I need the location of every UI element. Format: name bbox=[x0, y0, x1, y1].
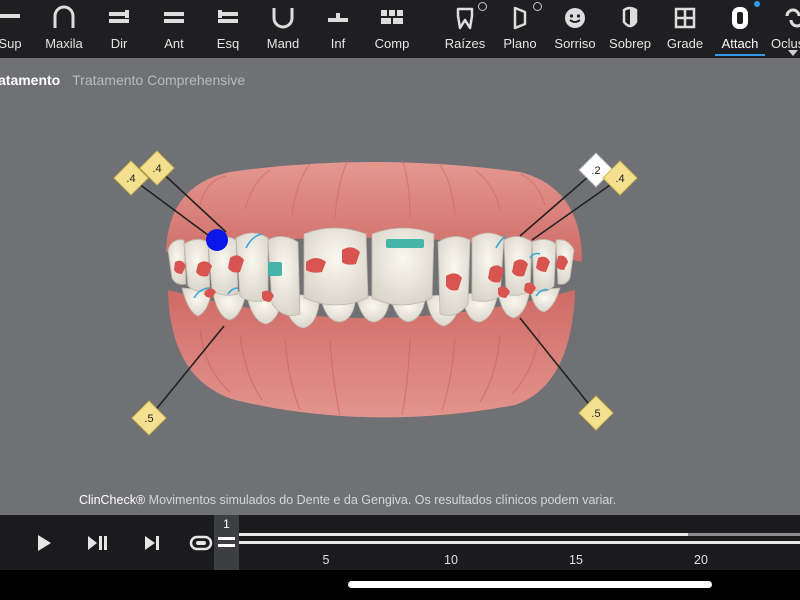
clinical-disclaimer: ClinCheck® Movimentos simulados do Dente… bbox=[79, 493, 616, 507]
tool-label: Oclus bbox=[771, 36, 800, 51]
tool-label: Attach bbox=[721, 36, 759, 51]
tool-label: Dir bbox=[110, 36, 128, 51]
tool-label: Comp bbox=[374, 36, 410, 51]
compare-grid-icon bbox=[381, 10, 403, 24]
breadcrumb-current: atamento bbox=[0, 72, 61, 88]
attachment-icon bbox=[732, 7, 748, 29]
stage-tick: 5 bbox=[322, 553, 330, 567]
right-view-icon bbox=[109, 10, 129, 23]
selected-tooth-dot[interactable] bbox=[206, 229, 228, 251]
active-tab-indicator bbox=[715, 54, 765, 56]
value-marker-label: .5 bbox=[144, 413, 153, 425]
upper-jaw-view-icon bbox=[0, 14, 20, 18]
smile-face-icon bbox=[565, 8, 585, 28]
value-marker-label: .2 bbox=[591, 165, 600, 177]
tool-dir[interactable]: Dir bbox=[91, 0, 147, 58]
stage-tick: 10 bbox=[444, 553, 458, 567]
stage-timeline[interactable] bbox=[239, 533, 800, 547]
occlusal-plane-icon bbox=[513, 6, 527, 30]
skip-to-end-icon[interactable] bbox=[140, 531, 164, 555]
tool-label: Esq bbox=[216, 36, 240, 51]
tool-label: Sup bbox=[0, 36, 22, 51]
tool-maxila[interactable]: Maxila bbox=[36, 0, 92, 58]
anterior-view-icon bbox=[164, 12, 184, 23]
view-toolbar: Sup Maxila Dir Ant Esq Mand Inf Comp Raí… bbox=[0, 0, 800, 58]
value-marker-label: .4 bbox=[126, 173, 135, 185]
tool-label: Inf bbox=[330, 36, 346, 51]
tool-label: Grade bbox=[666, 36, 704, 51]
tool-label: Plano bbox=[503, 36, 537, 51]
loop-toggle-icon[interactable] bbox=[189, 531, 213, 555]
superimpose-icon bbox=[622, 6, 638, 28]
tool-label: Sorriso bbox=[554, 36, 596, 51]
stage-handle-grip bbox=[218, 537, 235, 551]
value-marker-label: .5 bbox=[591, 408, 600, 420]
current-stage-number: 1 bbox=[223, 517, 230, 531]
system-home-bar bbox=[0, 570, 800, 600]
upper-arch-progress bbox=[239, 533, 688, 536]
tool-mand[interactable]: Mand bbox=[255, 0, 311, 58]
tool-comp[interactable]: Comp bbox=[364, 0, 420, 58]
mandible-icon bbox=[272, 8, 294, 29]
tool-ant[interactable]: Ant bbox=[146, 0, 202, 58]
tool-inf[interactable]: Inf bbox=[310, 0, 366, 58]
breadcrumb-subtitle[interactable]: Tratamento Comprehensive bbox=[72, 72, 245, 88]
tool-label: Raízes bbox=[444, 36, 486, 51]
lower-arch-progress bbox=[239, 541, 800, 544]
grid-icon bbox=[674, 7, 696, 29]
disclaimer-brand: ClinCheck® bbox=[79, 493, 146, 507]
home-indicator[interactable] bbox=[348, 581, 712, 588]
notification-dot-icon bbox=[754, 1, 760, 7]
tool-label: Mand bbox=[266, 36, 300, 51]
stage-tick: 15 bbox=[569, 553, 583, 567]
tool-plano[interactable]: Plano bbox=[492, 0, 548, 58]
play-icon[interactable] bbox=[32, 531, 56, 555]
current-stage-handle[interactable]: 1 bbox=[214, 515, 239, 570]
tool-sorriso[interactable]: Sorriso bbox=[547, 0, 603, 58]
stage-tick: 20 bbox=[694, 553, 708, 567]
tool-label: Maxila bbox=[45, 36, 83, 51]
tool-grade[interactable]: Grade bbox=[657, 0, 713, 58]
value-marker[interactable]: .5 bbox=[578, 395, 614, 431]
tool-sobrep[interactable]: Sobrep bbox=[602, 0, 658, 58]
tool-sup[interactable]: Sup bbox=[0, 0, 38, 58]
value-marker[interactable]: .5 bbox=[131, 400, 167, 436]
tool-attach[interactable]: Attach bbox=[712, 0, 768, 58]
lower-view-icon bbox=[328, 13, 348, 22]
toggle-badge-icon bbox=[478, 2, 487, 11]
occlusion-icon bbox=[785, 8, 800, 28]
step-play-pause-icon[interactable] bbox=[85, 531, 109, 555]
toggle-badge-icon bbox=[533, 2, 542, 11]
value-marker-label: .4 bbox=[615, 173, 624, 185]
breadcrumb: atamento Tratamento Comprehensive bbox=[0, 72, 245, 88]
value-marker-label: .4 bbox=[152, 163, 161, 175]
dental-model-viewport[interactable]: .4 .4 .2 .4 .5 .5 bbox=[0, 96, 800, 506]
stage-player: 1 5 10 15 20 bbox=[0, 515, 800, 570]
more-tools-caret-icon[interactable] bbox=[788, 50, 798, 56]
maxilla-icon bbox=[53, 5, 75, 28]
disclaimer-text: Movimentos simulados do Dente e da Gengi… bbox=[145, 493, 617, 507]
tool-esq[interactable]: Esq bbox=[200, 0, 256, 58]
tool-raizes[interactable]: Raízes bbox=[437, 0, 493, 58]
tool-label: Ant bbox=[164, 36, 184, 51]
tool-label: Sobrep bbox=[609, 36, 651, 51]
tooth-root-icon bbox=[456, 7, 474, 30]
left-view-icon bbox=[218, 10, 238, 23]
